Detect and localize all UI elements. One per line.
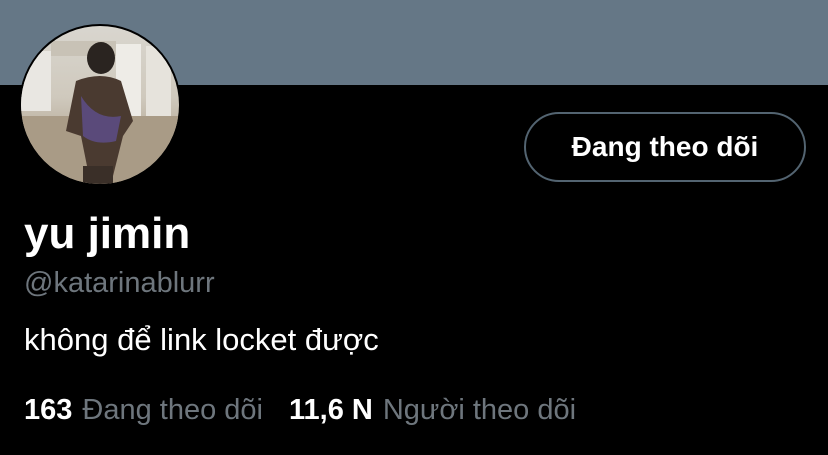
following-label: Đang theo dõi — [82, 394, 263, 426]
followers-label: Người theo dõi — [382, 394, 577, 426]
user-handle: @katarinablurr — [24, 267, 215, 299]
profile-header: Đang theo dõi yu jimin @katarinablurr kh… — [0, 0, 828, 455]
avatar-photo-icon — [21, 41, 179, 184]
following-stat[interactable]: 163 Đang theo dõi — [24, 392, 263, 428]
followers-count: 11,6 N — [288, 394, 373, 426]
avatar[interactable] — [19, 24, 181, 186]
following-count: 163 — [24, 394, 73, 426]
profile-bio: không để link locket được — [24, 322, 379, 357]
profile-stats: 163 Đang theo dõi 11,6 N Người theo dõi — [24, 392, 576, 428]
followers-stat[interactable]: 11,6 N Người theo dõi — [289, 392, 576, 428]
display-name: yu jimin — [24, 209, 191, 258]
following-button[interactable]: Đang theo dõi — [524, 112, 806, 182]
avatar-photo — [21, 26, 179, 184]
